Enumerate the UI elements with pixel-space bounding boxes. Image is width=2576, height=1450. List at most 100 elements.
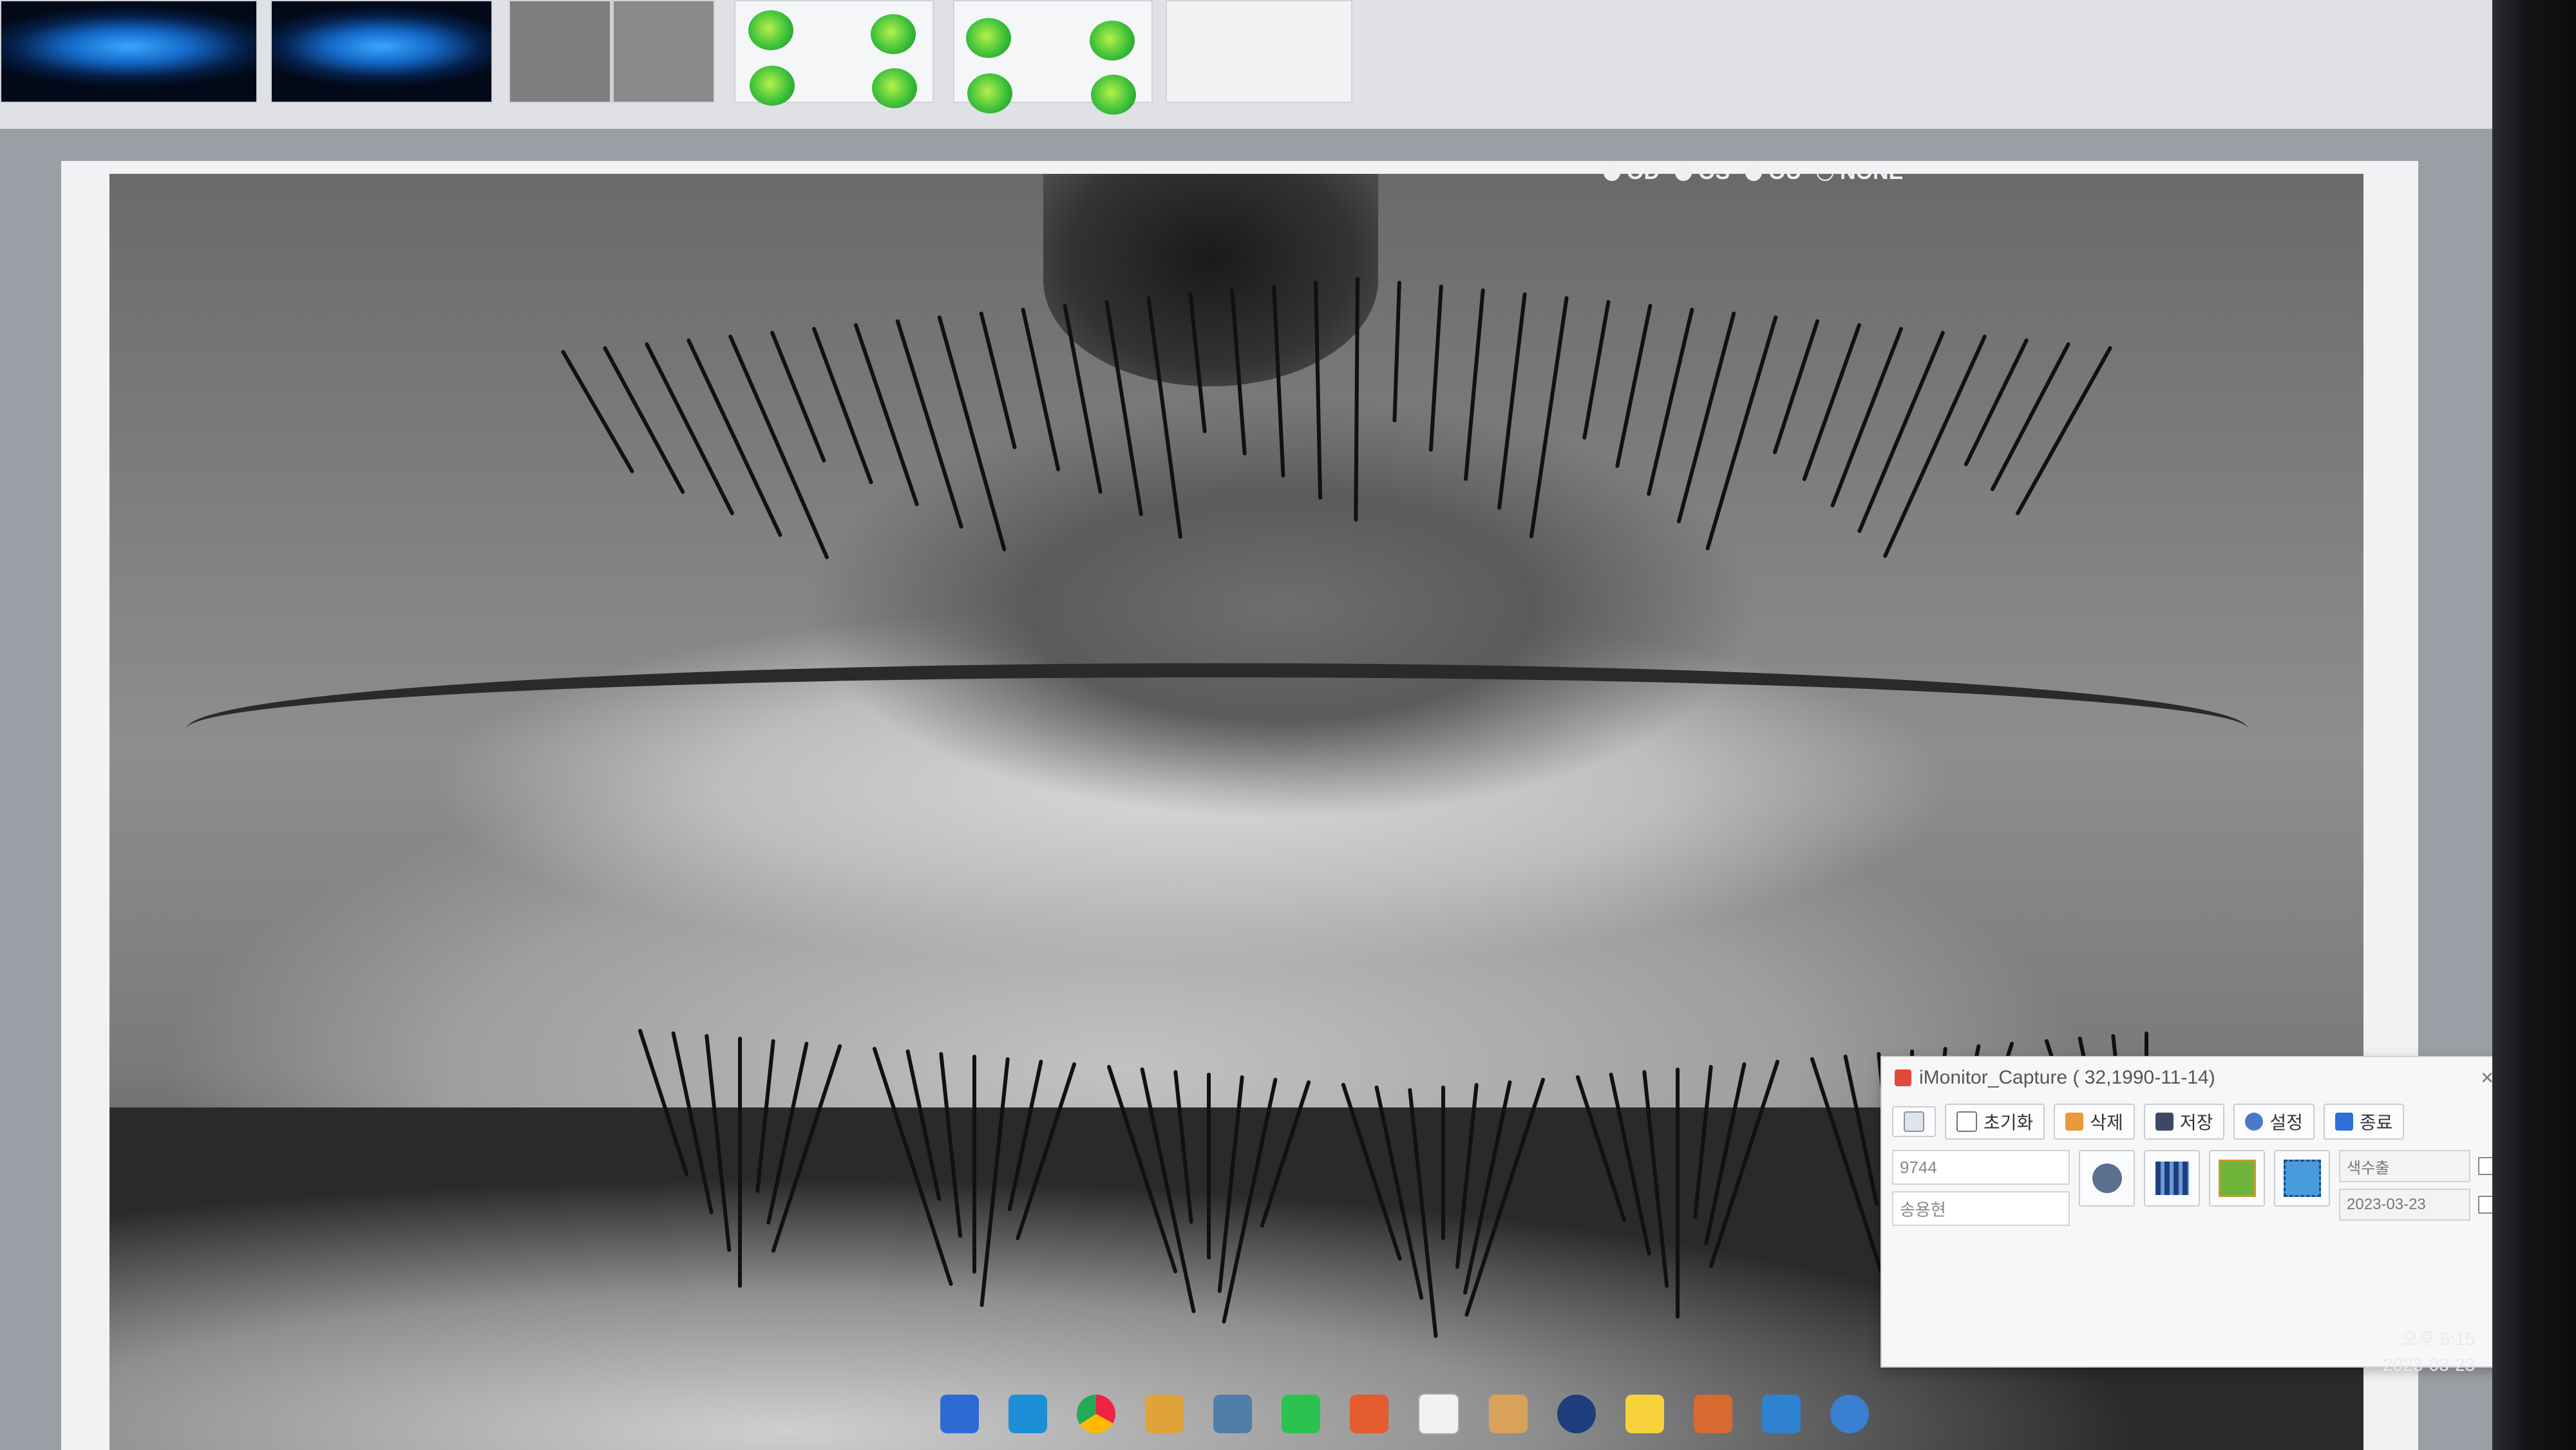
eye-app-icon[interactable] bbox=[1557, 1395, 1596, 1433]
settings-label: 설정 bbox=[2269, 1113, 2303, 1133]
map-blob bbox=[1091, 75, 1136, 115]
eyelash bbox=[937, 315, 1007, 552]
radio-od[interactable]: OD bbox=[1604, 160, 1660, 185]
mode-select[interactable]: 색수출 bbox=[2339, 1150, 2470, 1182]
region-icon bbox=[2283, 1160, 2321, 1197]
screen: OD OS OU NONE iMonitor_Capture ( 32,1990… bbox=[0, 0, 2576, 1450]
eyelash bbox=[1830, 326, 1904, 508]
thumbnail-eye-fluorescein-1[interactable] bbox=[0, 0, 258, 103]
exit-button[interactable]: 종료 bbox=[2323, 1104, 2405, 1140]
eyelash bbox=[1582, 299, 1611, 440]
kakaotalk-icon[interactable] bbox=[1625, 1395, 1664, 1433]
delete-button[interactable]: 삭제 bbox=[2054, 1104, 2135, 1140]
ruler-icon[interactable] bbox=[1489, 1395, 1528, 1433]
patient-fields: 9744 송용현 bbox=[1892, 1150, 2070, 1226]
video-button[interactable] bbox=[2144, 1150, 2201, 1207]
gear-icon bbox=[2245, 1113, 2264, 1131]
date-picker[interactable]: 2023-03-23 bbox=[2339, 1189, 2470, 1221]
clipboard-icon[interactable] bbox=[1418, 1393, 1459, 1435]
dialog-title: iMonitor_Capture ( 32,1990-11-14) bbox=[1919, 1067, 2215, 1088]
system-clock[interactable]: 오후 6:15 2023-03-23 bbox=[2383, 1326, 2475, 1378]
film-icon bbox=[2155, 1162, 2189, 1195]
dialog-titlebar[interactable]: iMonitor_Capture ( 32,1990-11-14) × bbox=[1882, 1057, 2506, 1098]
fit-button[interactable] bbox=[1892, 1106, 1936, 1137]
eyelash bbox=[1615, 303, 1653, 469]
radio-label: OU bbox=[1768, 160, 1802, 184]
eyelash bbox=[1705, 315, 1778, 551]
gallery-icon[interactable] bbox=[1694, 1395, 1732, 1433]
eyelash bbox=[1772, 319, 1820, 455]
eyelash bbox=[972, 1055, 976, 1274]
save-button[interactable]: 저장 bbox=[2143, 1104, 2225, 1140]
map-blob bbox=[750, 66, 795, 106]
dialog-toolbar: 초기화 삭제 저장 설정 종료 bbox=[1882, 1098, 2506, 1145]
radio-label: OD bbox=[1627, 160, 1660, 184]
eyelash bbox=[895, 319, 964, 529]
eyelash bbox=[1428, 284, 1443, 452]
monitor-bezel bbox=[2492, 0, 2576, 1450]
radio-ou[interactable]: OU bbox=[1745, 160, 1801, 185]
eye-selector: OD OS OU NONE bbox=[1604, 160, 1903, 185]
eyelash bbox=[979, 311, 1018, 450]
exit-icon bbox=[2334, 1113, 2353, 1131]
clock-date: 2023-03-23 bbox=[2383, 1355, 2476, 1375]
eyelash bbox=[728, 334, 829, 560]
radio-dot bbox=[1604, 164, 1620, 181]
region-select-button[interactable] bbox=[2274, 1150, 2330, 1207]
eyelash bbox=[1021, 307, 1061, 472]
eyelash bbox=[1392, 280, 1401, 422]
exit-label: 종료 bbox=[2359, 1113, 2393, 1133]
save-icon bbox=[2155, 1113, 2174, 1131]
map-blob bbox=[967, 73, 1012, 113]
radio-os[interactable]: OS bbox=[1675, 160, 1730, 185]
eyelash bbox=[1882, 334, 1987, 559]
fit-icon bbox=[1904, 1111, 1924, 1132]
thumbnail-eye-fluorescein-2[interactable] bbox=[270, 0, 493, 103]
files-icon[interactable] bbox=[1145, 1395, 1184, 1433]
eyelash bbox=[1989, 341, 2071, 492]
patient-name-field[interactable]: 송용현 bbox=[1892, 1191, 2070, 1226]
app-red-icon[interactable] bbox=[1350, 1395, 1388, 1433]
reset-button[interactable]: 초기화 bbox=[1945, 1104, 2045, 1140]
delete-icon bbox=[2065, 1113, 2084, 1131]
thumbnail-meibomian-map-1[interactable] bbox=[734, 0, 934, 108]
line-icon[interactable] bbox=[1282, 1395, 1320, 1433]
pupil bbox=[1043, 174, 1378, 386]
eyelash bbox=[1529, 296, 1569, 539]
dicom-icon[interactable] bbox=[1830, 1395, 1869, 1433]
lid-margin bbox=[187, 663, 2248, 729]
explorer-icon[interactable] bbox=[940, 1395, 979, 1433]
patient-id-field[interactable]: 9744 bbox=[1892, 1150, 2070, 1185]
eyelash bbox=[1441, 1086, 1445, 1240]
radio-label: OS bbox=[1698, 160, 1730, 184]
reset-label: 초기화 bbox=[1984, 1113, 2034, 1133]
reset-icon bbox=[1956, 1111, 1977, 1132]
app-icon bbox=[1895, 1069, 1911, 1086]
eyelash bbox=[2015, 345, 2113, 516]
map-blob bbox=[966, 18, 1011, 58]
eyelash bbox=[1207, 1073, 1211, 1259]
eyelash bbox=[1676, 1068, 1680, 1319]
thumbnail-eye-meibography[interactable] bbox=[509, 0, 715, 103]
edge-icon[interactable] bbox=[1009, 1395, 1047, 1433]
save-label: 저장 bbox=[2179, 1113, 2213, 1133]
settings-button[interactable]: 설정 bbox=[2233, 1104, 2315, 1140]
patient-settings-button[interactable] bbox=[2079, 1150, 2136, 1207]
delete-label: 삭제 bbox=[2090, 1113, 2123, 1133]
calculator-icon[interactable] bbox=[1213, 1395, 1252, 1433]
radio-label: NONE bbox=[1840, 160, 1904, 184]
radio-none[interactable]: NONE bbox=[1817, 160, 1903, 185]
paint-icon[interactable] bbox=[1762, 1395, 1801, 1433]
user-gear-icon bbox=[2092, 1163, 2122, 1193]
capture-icon bbox=[2218, 1160, 2256, 1197]
radio-dot bbox=[1675, 164, 1692, 181]
eyelash bbox=[560, 349, 635, 475]
thumbnail-meibomian-map-2[interactable] bbox=[953, 0, 1153, 115]
chrome-icon[interactable] bbox=[1077, 1395, 1115, 1433]
date-row: 2023-03-23 bbox=[2339, 1189, 2496, 1221]
eyelash bbox=[853, 323, 920, 507]
thumbnail-report-chart[interactable] bbox=[1166, 0, 1352, 103]
eyelash bbox=[644, 341, 735, 516]
capture-button[interactable] bbox=[2209, 1150, 2266, 1207]
clock-time: 오후 6:15 bbox=[2401, 1329, 2476, 1349]
